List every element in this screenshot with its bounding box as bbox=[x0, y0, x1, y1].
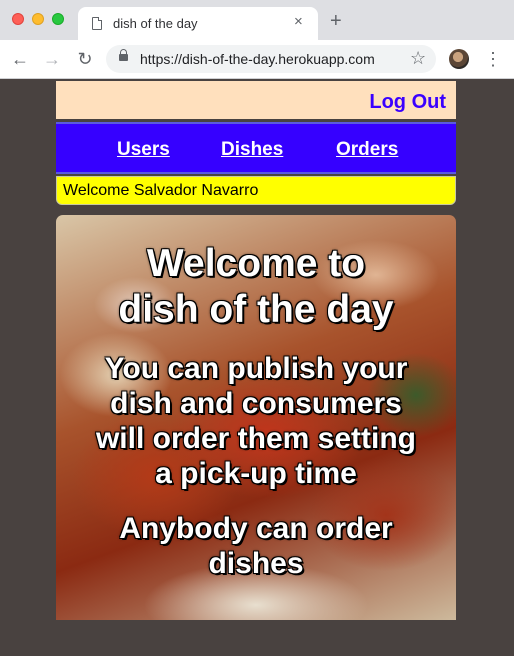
hero-subtitle-line: You can publish your bbox=[104, 352, 408, 385]
browser-tab-strip: dish of the day × + bbox=[0, 0, 514, 40]
hero-title-line: dish of the day bbox=[118, 288, 394, 331]
hero-image: Welcome to dish of the day You can publi… bbox=[56, 215, 456, 620]
hero-subtitle-line: dish and consumers bbox=[110, 387, 402, 420]
url-text[interactable]: https://dish-of-the-day.herokuapp.com bbox=[140, 51, 375, 67]
back-icon[interactable]: ← bbox=[10, 49, 30, 69]
nav-link-users[interactable]: Users bbox=[117, 139, 170, 161]
hero-subtitle: You can publish your dish and consumers … bbox=[56, 351, 456, 491]
logout-link[interactable]: Log Out bbox=[369, 91, 446, 114]
new-tab-icon[interactable]: + bbox=[330, 11, 342, 31]
hero-subtitle-line: will order them setting bbox=[95, 422, 417, 455]
hero-title: Welcome to dish of the day bbox=[56, 241, 456, 333]
browser-tab[interactable]: dish of the day × bbox=[78, 7, 318, 40]
welcome-banner: Welcome Salvador Navarro bbox=[56, 176, 456, 205]
reload-icon[interactable]: ↻ bbox=[75, 49, 95, 69]
main-nav: Users Dishes Orders bbox=[56, 122, 456, 174]
hero-subtitle-line: a pick-up time bbox=[155, 457, 357, 490]
forward-icon[interactable]: → bbox=[42, 49, 62, 69]
profile-avatar[interactable] bbox=[449, 49, 469, 69]
minimize-window-button[interactable] bbox=[32, 13, 44, 25]
top-header: Log Out bbox=[56, 81, 456, 119]
page-icon bbox=[92, 17, 102, 30]
hero-note-line: Anybody can order bbox=[119, 512, 393, 545]
tab-close-icon[interactable]: × bbox=[294, 14, 303, 30]
lock-icon[interactable] bbox=[119, 49, 128, 61]
welcome-text: Welcome Salvador Navarro bbox=[63, 182, 259, 199]
browser-toolbar: ← → ↻ https://dish-of-the-day.herokuapp.… bbox=[0, 40, 514, 79]
page-container: Log Out Users Dishes Orders Welcome Salv… bbox=[56, 81, 456, 620]
tab-title: dish of the day bbox=[113, 16, 198, 31]
address-bar[interactable]: https://dish-of-the-day.herokuapp.com bbox=[106, 45, 436, 73]
more-menu-icon[interactable]: ⋮ bbox=[484, 49, 502, 69]
hero-note-line: dishes bbox=[208, 547, 304, 580]
hero-note: Anybody can order dishes bbox=[56, 511, 456, 581]
nav-link-orders[interactable]: Orders bbox=[336, 139, 398, 161]
page-viewport: Log Out Users Dishes Orders Welcome Salv… bbox=[0, 79, 514, 656]
close-window-button[interactable] bbox=[12, 13, 24, 25]
nav-link-dishes[interactable]: Dishes bbox=[221, 139, 283, 161]
maximize-window-button[interactable] bbox=[52, 13, 64, 25]
hero-title-line: Welcome to bbox=[146, 242, 366, 285]
star-icon[interactable]: ☆ bbox=[410, 48, 426, 68]
